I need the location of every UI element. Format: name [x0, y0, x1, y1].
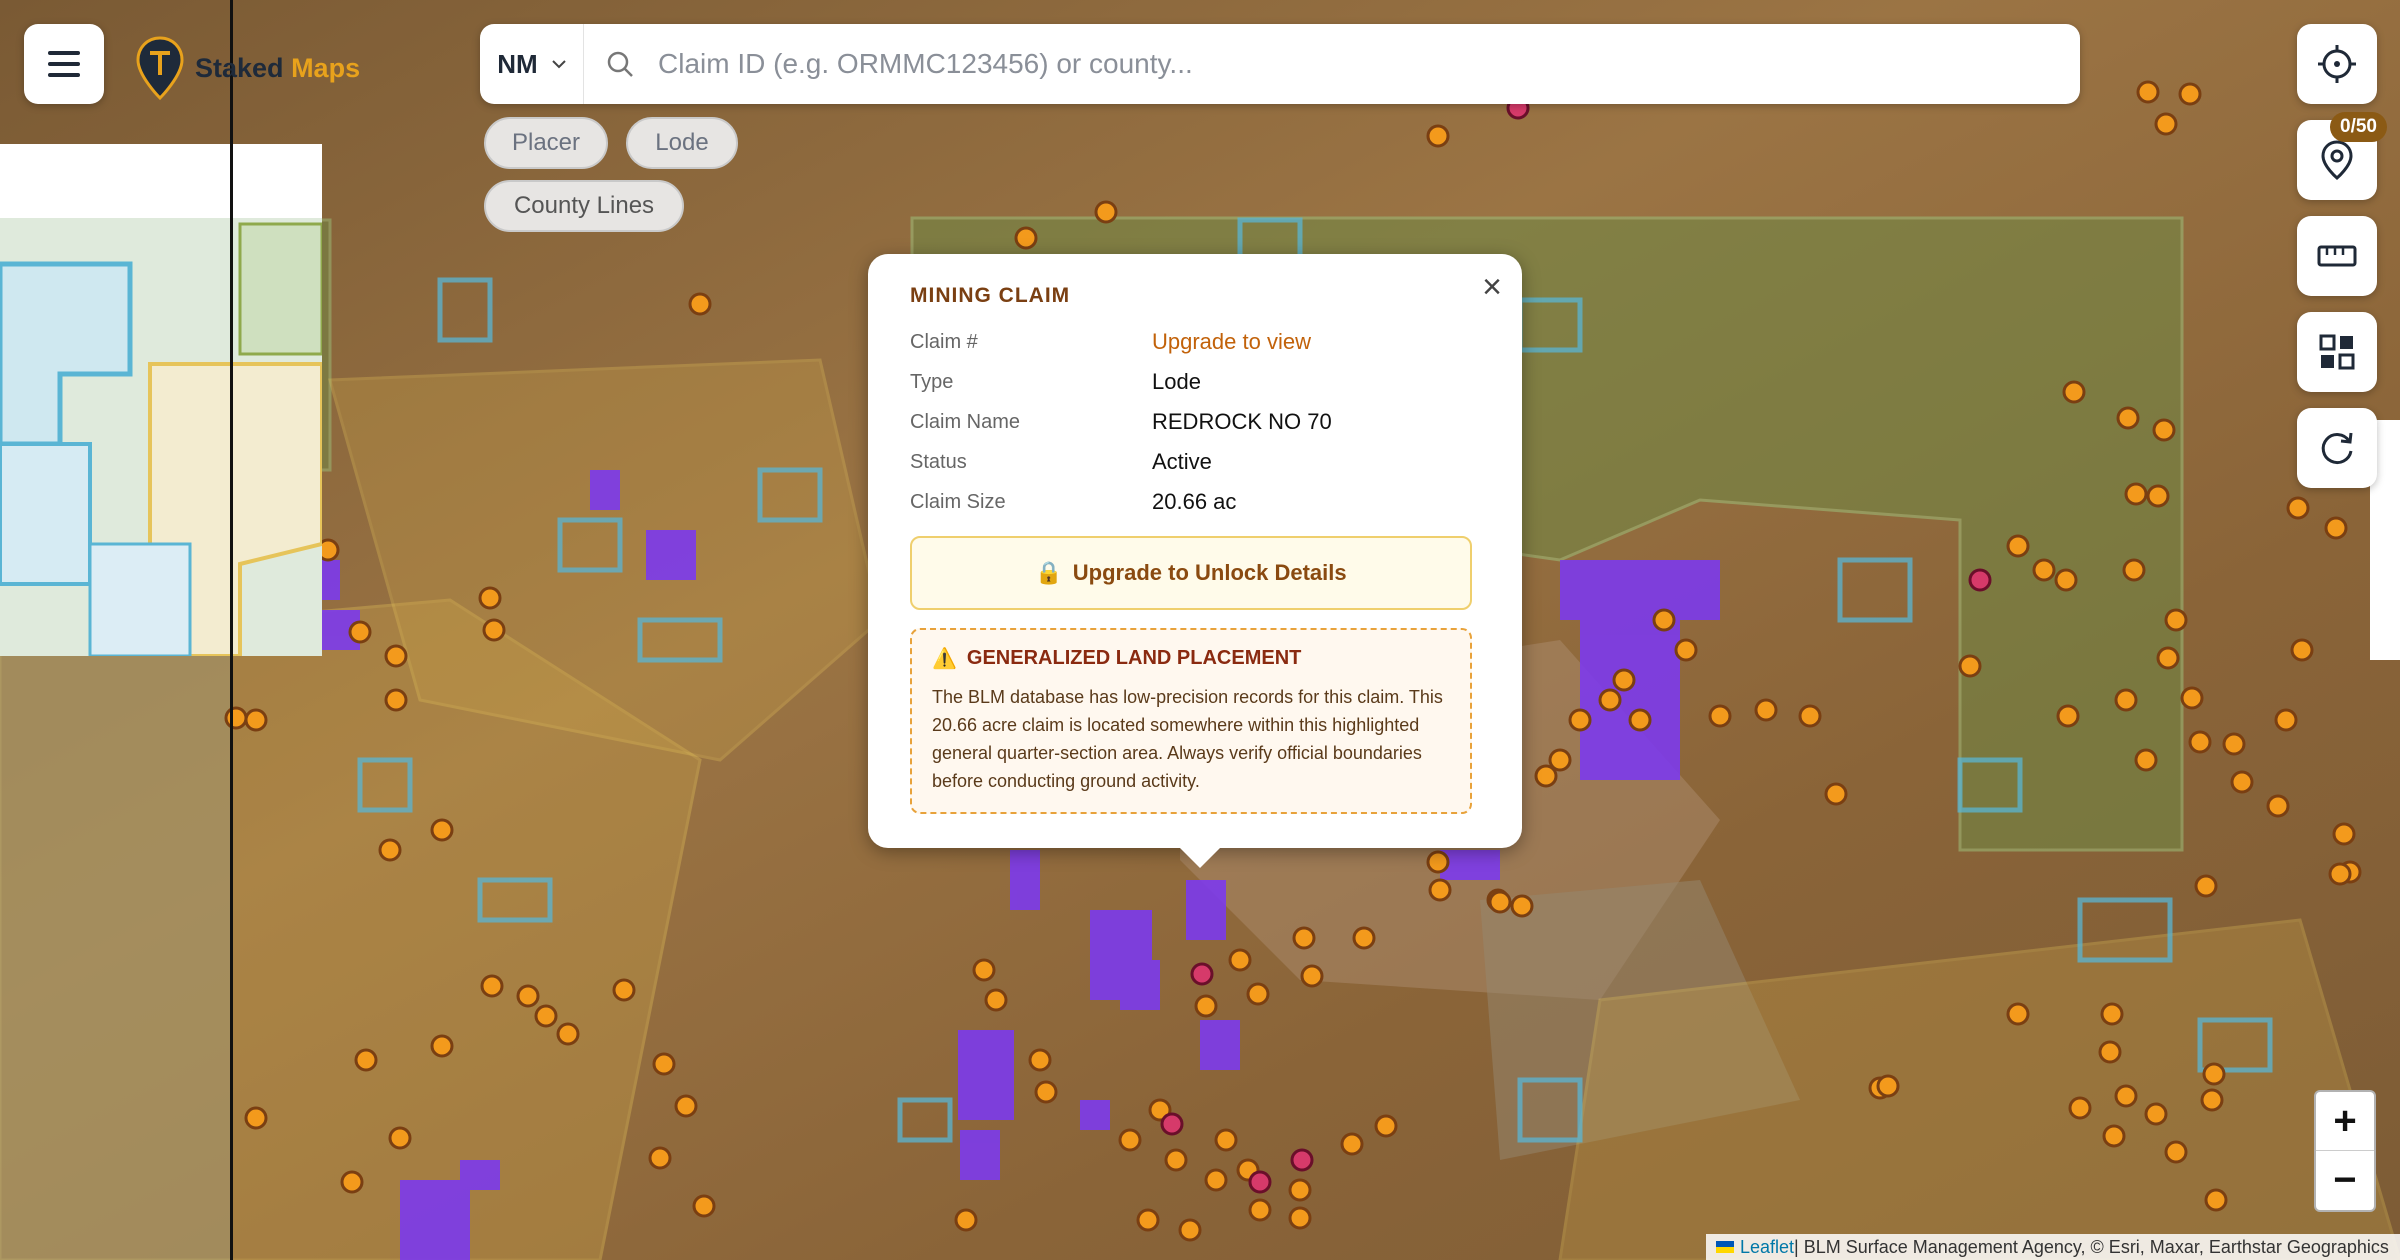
upgrade-unlock-label: Upgrade to Unlock Details — [1072, 560, 1347, 585]
crosshair-icon — [2318, 45, 2356, 83]
popup-tip — [1178, 846, 1222, 868]
layers-button[interactable] — [2297, 312, 2377, 392]
upgrade-to-view-link[interactable]: Upgrade to view — [1152, 329, 1311, 355]
upgrade-unlock-button[interactable]: 🔒 Upgrade to Unlock Details — [910, 536, 1472, 610]
locate-me-button[interactable] — [2297, 24, 2377, 104]
search-icon — [584, 50, 644, 78]
state-boundary-line — [230, 0, 233, 1260]
brand-logo[interactable]: Staked Maps — [135, 36, 360, 100]
brand-name-primary: Staked — [195, 52, 284, 83]
hamburger-icon — [48, 51, 80, 77]
state-select[interactable]: NM — [480, 24, 584, 104]
layers-grid-icon — [2319, 334, 2355, 370]
field-value: 20.66 ac — [1152, 489, 1237, 514]
ruler-icon — [2317, 245, 2357, 267]
field-label: Type — [910, 370, 954, 393]
field-label: Status — [910, 450, 967, 473]
popup-title: MINING CLAIM — [910, 284, 1071, 307]
filter-chip-county-lines[interactable]: County Lines — [484, 180, 684, 232]
filter-chip-placer[interactable]: Placer — [484, 117, 608, 169]
brand-name-secondary: Maps — [291, 52, 361, 83]
refresh-icon — [2321, 432, 2353, 465]
search-bar: NM — [480, 24, 2080, 104]
attribution-text: | BLM Surface Management Agency, © Esri,… — [1794, 1236, 2389, 1257]
map-pin-logo-icon — [136, 36, 184, 100]
field-value: Lode — [1152, 369, 1201, 394]
field-value: Active — [1152, 449, 1212, 474]
field-label: Claim # — [910, 330, 978, 353]
claims-count-badge: 0/50 — [2330, 112, 2387, 142]
search-input[interactable] — [644, 48, 2080, 80]
field-value: REDROCK NO 70 — [1152, 409, 1332, 434]
ukraine-flag-icon — [1716, 1241, 1734, 1253]
close-icon[interactable]: × — [1482, 268, 1502, 307]
placement-warning: ⚠️ GENERALIZED LAND PLACEMENT The BLM da… — [910, 628, 1472, 814]
field-row-status: Status Active — [910, 442, 1480, 482]
map-panel-header — [0, 144, 322, 218]
measure-button[interactable] — [2297, 216, 2377, 296]
location-pin-icon — [2321, 140, 2353, 180]
zoom-in-button[interactable]: + — [2316, 1092, 2374, 1151]
field-label: Claim Size — [910, 490, 1006, 513]
leaflet-link[interactable]: Leaflet — [1740, 1237, 1794, 1258]
zoom-out-button[interactable]: − — [2316, 1151, 2374, 1210]
map-attribution: Leaflet | BLM Surface Management Agency,… — [1706, 1234, 2400, 1260]
state-select-value: NM — [497, 48, 538, 79]
claim-popup: × MINING CLAIM Claim # Upgrade to view T… — [868, 254, 1522, 848]
field-row-claim-number: Claim # Upgrade to view — [910, 322, 1480, 362]
field-row-claim-name: Claim Name REDROCK NO 70 — [910, 402, 1480, 442]
field-row-type: Type Lode — [910, 362, 1480, 402]
refresh-button[interactable] — [2297, 408, 2377, 488]
lock-icon: 🔒 — [1035, 560, 1063, 585]
state-land-inset — [0, 144, 324, 658]
brand-name: Staked Maps — [195, 53, 360, 84]
field-label: Claim Name — [910, 410, 1021, 433]
menu-button[interactable] — [24, 24, 104, 104]
chevron-down-icon — [552, 60, 566, 69]
field-row-claim-size: Claim Size 20.66 ac — [910, 482, 1480, 522]
warning-body: The BLM database has low-precision recor… — [932, 687, 1443, 791]
warning-icon: ⚠️ — [932, 648, 957, 670]
warning-title: GENERALIZED LAND PLACEMENT — [966, 647, 1302, 669]
zoom-control: + − — [2314, 1090, 2376, 1212]
filter-chip-lode[interactable]: Lode — [626, 117, 738, 169]
